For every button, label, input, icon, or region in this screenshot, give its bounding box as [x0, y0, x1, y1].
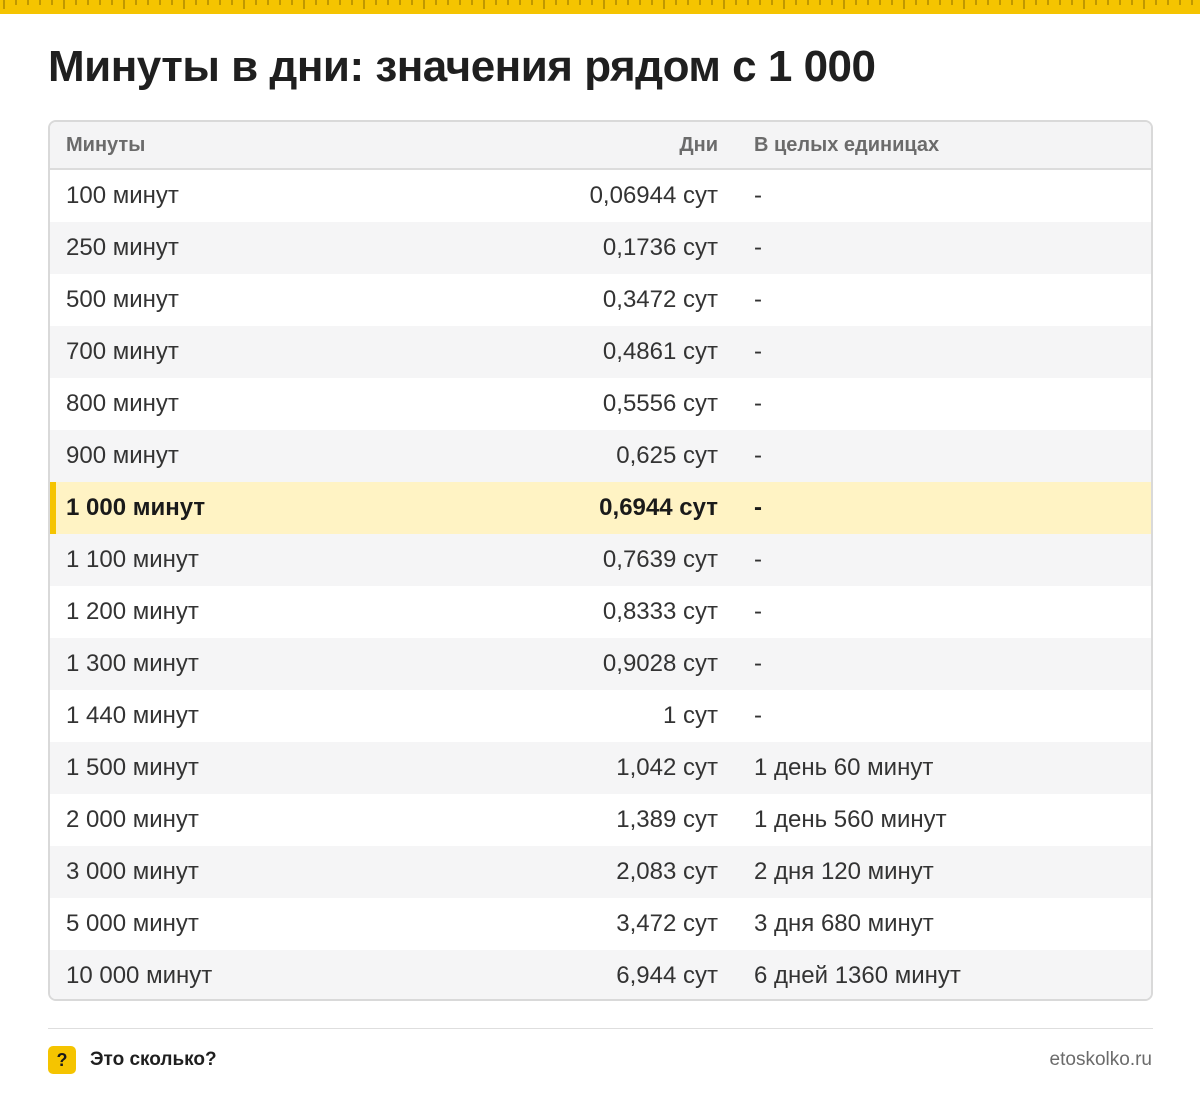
table-row: 100 минут 0,06944 сут -	[50, 170, 1151, 222]
table-row: 700 минут 0,4861 сут -	[50, 326, 1151, 378]
cell-days: 1,042 сут	[616, 754, 718, 781]
cell-days: 0,7639 сут	[602, 546, 718, 573]
table-row: 500 минут 0,3472 сут -	[50, 274, 1151, 326]
footer-divider	[48, 1028, 1153, 1029]
table-row: 800 минут 0,5556 сут -	[50, 378, 1151, 430]
cell-days: 0,06944 сут	[589, 182, 718, 209]
cell-minutes: 1 100 минут	[66, 546, 199, 573]
cell-whole-units: -	[754, 598, 762, 625]
table-row: 1 300 минут 0,9028 сут -	[50, 638, 1151, 690]
cell-days: 0,4861 сут	[602, 338, 718, 365]
cell-whole-units: -	[754, 234, 762, 261]
cell-whole-units: 1 день 560 минут	[754, 806, 947, 833]
cell-minutes: 1 440 минут	[66, 702, 199, 729]
brand-name: Это сколько?	[90, 1049, 217, 1070]
table-row: 10 000 минут 6,944 сут 6 дней 1360 минут	[50, 950, 1151, 999]
cell-minutes: 5 000 минут	[66, 910, 199, 937]
cell-minutes: 100 минут	[66, 182, 179, 209]
cell-minutes: 3 000 минут	[66, 858, 199, 885]
cell-whole-units: -	[754, 494, 762, 521]
page-title: Минуты в дни: значения рядом с 1 000	[48, 42, 876, 91]
cell-whole-units: 1 день 60 минут	[754, 754, 934, 781]
cell-days: 0,6944 сут	[599, 494, 718, 521]
cell-days: 1 сут	[662, 702, 718, 729]
cell-days: 0,8333 сут	[602, 598, 718, 625]
cell-days: 0,9028 сут	[602, 650, 718, 677]
table-row: 1 500 минут 1,042 сут 1 день 60 минут	[50, 742, 1151, 794]
cell-minutes: 900 минут	[66, 442, 179, 469]
cell-whole-units: 2 дня 120 минут	[754, 858, 934, 885]
cell-days: 0,3472 сут	[602, 286, 718, 313]
table-row: 5 000 минут 3,472 сут 3 дня 680 минут	[50, 898, 1151, 950]
cell-minutes: 1 200 минут	[66, 598, 199, 625]
cell-whole-units: -	[754, 442, 762, 469]
table-row: 2 000 минут 1,389 сут 1 день 560 минут	[50, 794, 1151, 846]
cell-days: 1,389 сут	[616, 806, 718, 833]
ruler-decoration	[0, 0, 1200, 14]
table-row: 900 минут 0,625 сут -	[50, 430, 1151, 482]
header-days: Дни	[679, 133, 718, 156]
cell-minutes: 1 300 минут	[66, 650, 199, 677]
cell-whole-units: -	[754, 650, 762, 677]
table-row: 1 200 минут 0,8333 сут -	[50, 586, 1151, 638]
table-row: 1 100 минут 0,7639 сут -	[50, 534, 1151, 586]
cell-whole-units: -	[754, 546, 762, 573]
table-row: 1 440 минут 1 сут -	[50, 690, 1151, 742]
cell-whole-units: -	[754, 702, 762, 729]
cell-whole-units: -	[754, 286, 762, 313]
cell-minutes: 2 000 минут	[66, 806, 199, 833]
cell-days: 3,472 сут	[616, 910, 718, 937]
question-mark-icon: ?	[48, 1046, 76, 1074]
table-row-highlighted: 1 000 минут 0,6944 сут -	[50, 482, 1151, 534]
cell-minutes: 500 минут	[66, 286, 179, 313]
cell-minutes: 1 500 минут	[66, 754, 199, 781]
table-header: Минуты Дни В целых единицах	[50, 122, 1151, 170]
header-whole-units: В целых единицах	[754, 133, 940, 156]
cell-days: 0,1736 сут	[602, 234, 718, 261]
cell-whole-units: -	[754, 338, 762, 365]
footer-logo[interactable]: ? Это сколько?	[48, 1046, 217, 1074]
cell-minutes: 700 минут	[66, 338, 179, 365]
cell-days: 0,625 сут	[616, 442, 718, 469]
cell-days: 2,083 сут	[616, 858, 718, 885]
cell-minutes: 250 минут	[66, 234, 179, 261]
header-minutes: Минуты	[66, 133, 146, 156]
cell-whole-units: 3 дня 680 минут	[754, 910, 934, 937]
cell-days: 0,5556 сут	[602, 390, 718, 417]
table-row: 3 000 минут 2,083 сут 2 дня 120 минут	[50, 846, 1151, 898]
site-link[interactable]: etoskolko.ru	[1050, 1049, 1152, 1071]
table-row: 250 минут 0,1736 сут -	[50, 222, 1151, 274]
cell-minutes: 800 минут	[66, 390, 179, 417]
conversion-table: Минуты Дни В целых единицах 100 минут 0,0…	[48, 120, 1153, 1001]
cell-minutes: 1 000 минут	[66, 494, 206, 521]
cell-whole-units: -	[754, 390, 762, 417]
cell-days: 6,944 сут	[616, 962, 718, 989]
cell-whole-units: 6 дней 1360 минут	[754, 962, 961, 989]
table-body: 100 минут 0,06944 сут - 250 минут 0,1736 сут…	[50, 170, 1151, 999]
ruler-ticks	[3, 0, 1193, 9]
cell-whole-units: -	[754, 182, 762, 209]
cell-minutes: 10 000 минут	[66, 962, 213, 989]
